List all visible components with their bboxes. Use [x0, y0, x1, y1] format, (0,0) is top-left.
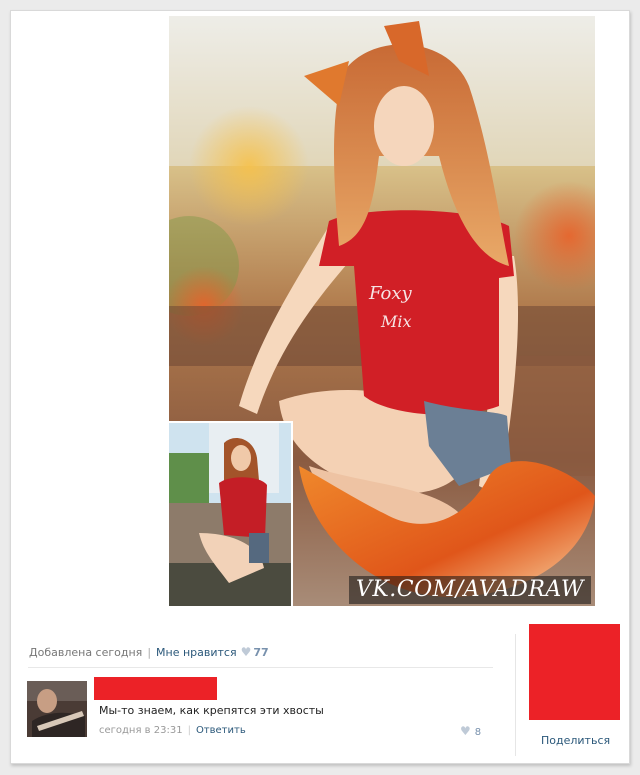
divider [28, 667, 493, 668]
comment-meta: сегодня в 23:31 | Ответить [99, 725, 246, 736]
watermark: VK.COM/AVADRAW [349, 576, 591, 604]
reference-photo-image [169, 423, 291, 606]
heart-icon[interactable]: ♥ [241, 645, 252, 659]
reference-photo[interactable] [169, 421, 293, 606]
comment-time: сегодня в 23:31 [99, 725, 183, 736]
like-button[interactable]: Мне нравится [156, 646, 237, 659]
avatar-image [27, 681, 87, 737]
share-redacted-box [529, 624, 620, 720]
heart-icon[interactable]: ♥ [460, 724, 471, 738]
like-count: 77 [253, 646, 269, 659]
comment-like[interactable]: ♥ 8 [460, 724, 481, 738]
comment-text: Мы-то знаем, как крепятся эти хвосты [99, 704, 324, 717]
reply-button[interactable]: Ответить [196, 725, 246, 736]
share-button[interactable]: Поделиться [541, 734, 610, 747]
vertical-divider [515, 634, 516, 756]
comment-like-count: 8 [474, 727, 482, 738]
shirt-text-line1: Foxy [368, 283, 412, 304]
shirt-text-line2: Mix [380, 312, 412, 331]
redacted-username [94, 677, 217, 700]
added-date: Добавлена сегодня [29, 646, 143, 659]
post-meta: Добавлена сегодня | Мне нравится ♥ 77 [29, 645, 269, 659]
avatar[interactable] [27, 681, 87, 737]
